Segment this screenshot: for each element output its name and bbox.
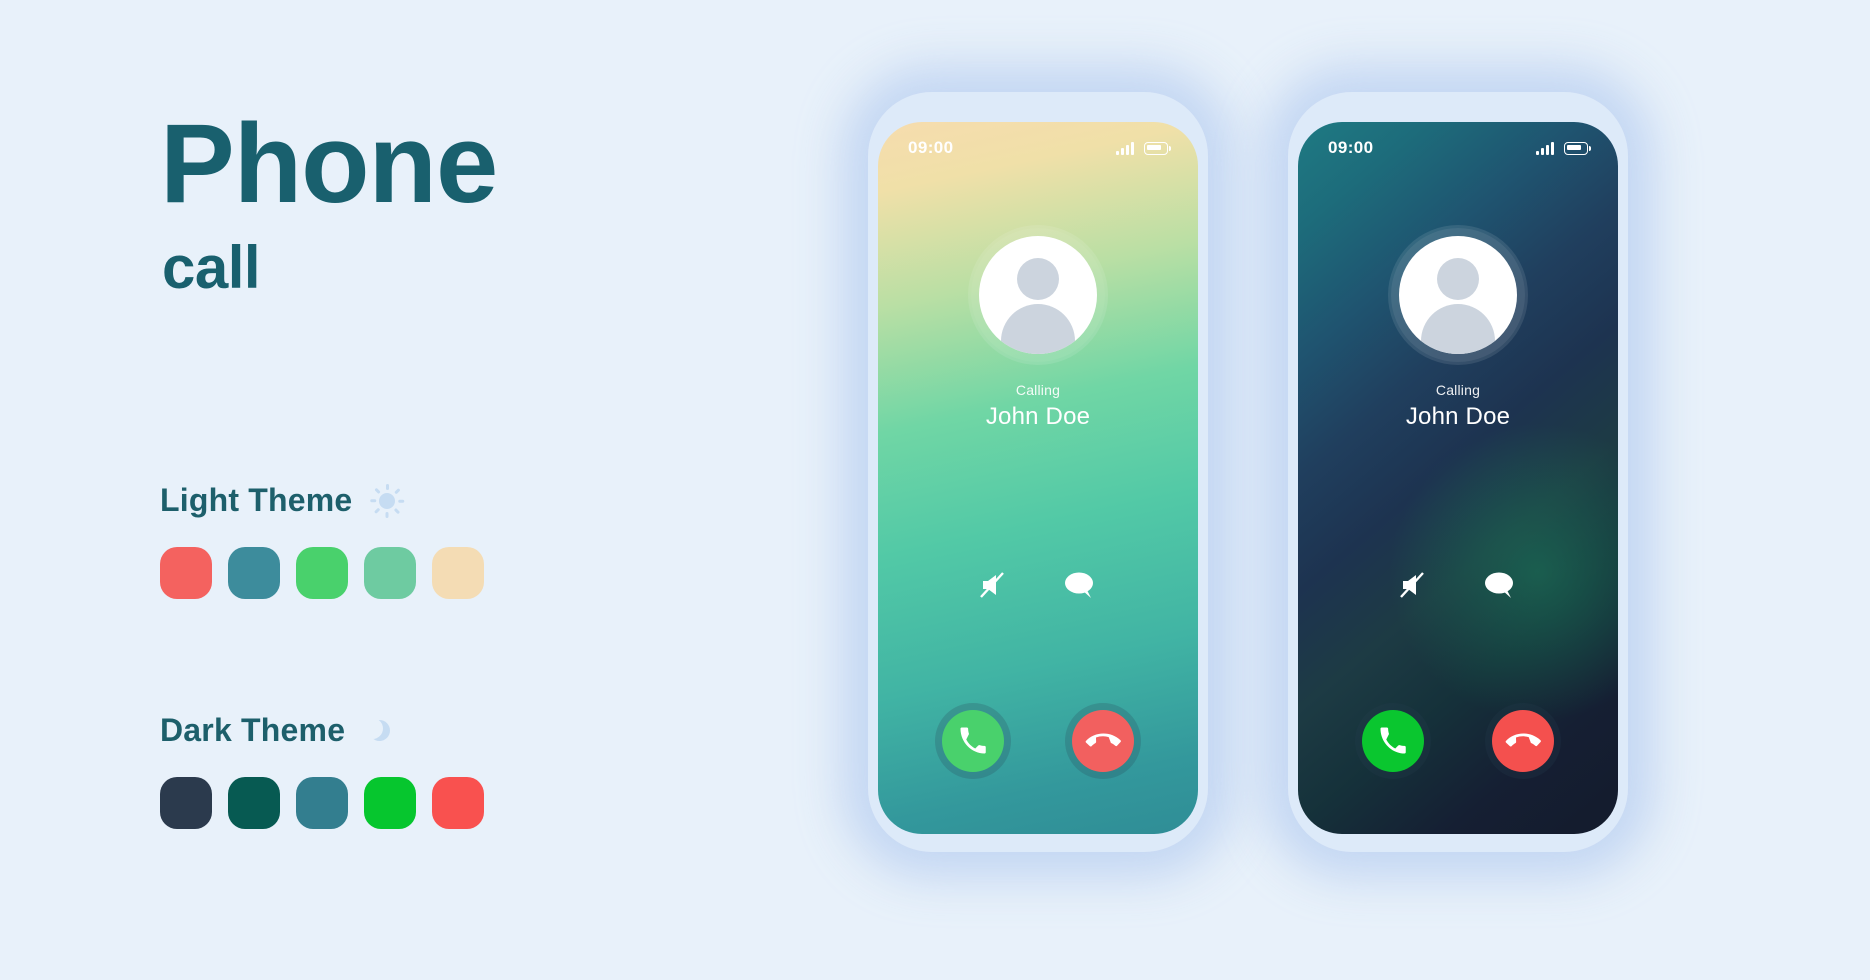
accept-call-button[interactable] [1362, 710, 1424, 772]
title-sub: call [162, 234, 261, 301]
status-time: 09:00 [1328, 138, 1374, 157]
in-call-actions [878, 570, 1198, 600]
call-status-label: Calling [1435, 382, 1481, 398]
status-bar: 09:00 [878, 122, 1198, 174]
phone-handset-decline-icon [1082, 720, 1124, 762]
light-theme-label: Light Theme [160, 482, 353, 518]
decline-call-button[interactable] [1492, 710, 1554, 772]
signal-bars-icon [1116, 141, 1134, 155]
color-swatch[interactable] [364, 777, 416, 829]
color-swatch[interactable] [296, 777, 348, 829]
color-swatch[interactable] [432, 547, 484, 599]
dark-theme-heading: Dark Theme [160, 712, 484, 749]
call-status-label: Calling [1015, 382, 1061, 398]
avatar-ring [971, 228, 1105, 362]
mute-speaker-icon[interactable] [1399, 570, 1433, 600]
speech-bubble-icon[interactable] [1063, 570, 1097, 600]
avatar-ring [1391, 228, 1525, 362]
caller-name: John Doe [1405, 403, 1511, 430]
sun-icon [370, 483, 405, 518]
light-theme-section: Light Theme [160, 482, 484, 599]
color-swatch[interactable] [160, 547, 212, 599]
color-swatch[interactable] [296, 547, 348, 599]
phone-mockup-light: 09:00 Calling John Doe [868, 92, 1208, 852]
caller-name: John Doe [985, 403, 1091, 430]
in-call-actions [1298, 570, 1618, 600]
speech-bubble-icon[interactable] [1483, 570, 1517, 600]
status-indicators [1116, 141, 1171, 155]
status-bar: 09:00 [1298, 122, 1618, 174]
light-theme-heading: Light Theme [160, 482, 484, 519]
phone-handset-icon [1378, 726, 1408, 756]
color-swatch[interactable] [364, 547, 416, 599]
mute-speaker-icon[interactable] [979, 570, 1013, 600]
caller-info: Calling John Doe [878, 228, 1198, 431]
dark-theme-section: Dark Theme [160, 712, 484, 829]
signal-bars-icon [1536, 141, 1554, 155]
color-swatch[interactable] [228, 777, 280, 829]
phone-screen: 09:00 Calling John Doe [878, 122, 1198, 834]
page-title: Phone call [160, 101, 498, 301]
status-indicators [1536, 141, 1591, 155]
user-avatar-icon [1399, 236, 1517, 354]
decline-call-button[interactable] [1072, 710, 1134, 772]
user-avatar-icon [979, 236, 1097, 354]
intro-panel: Phone call Light Theme Dark Theme [0, 0, 830, 980]
phone-handset-decline-icon [1502, 720, 1544, 762]
accept-call-button[interactable] [942, 710, 1004, 772]
light-theme-swatches [160, 547, 484, 599]
phone-mockup-dark: 09:00 Calling John Doe [1288, 92, 1628, 852]
color-swatch[interactable] [228, 547, 280, 599]
call-controls [878, 710, 1198, 772]
dark-theme-swatches [160, 777, 484, 829]
color-swatch[interactable] [432, 777, 484, 829]
title-main: Phone [160, 101, 498, 226]
status-time: 09:00 [908, 138, 954, 157]
dark-theme-label: Dark Theme [160, 712, 346, 748]
call-controls [1298, 710, 1618, 772]
color-swatch[interactable] [160, 777, 212, 829]
caller-info: Calling John Doe [1298, 228, 1618, 431]
phone-screen: 09:00 Calling John Doe [1298, 122, 1618, 834]
moon-icon [362, 714, 397, 748]
battery-icon [1564, 141, 1591, 155]
battery-icon [1144, 141, 1171, 155]
phone-handset-icon [958, 726, 988, 756]
